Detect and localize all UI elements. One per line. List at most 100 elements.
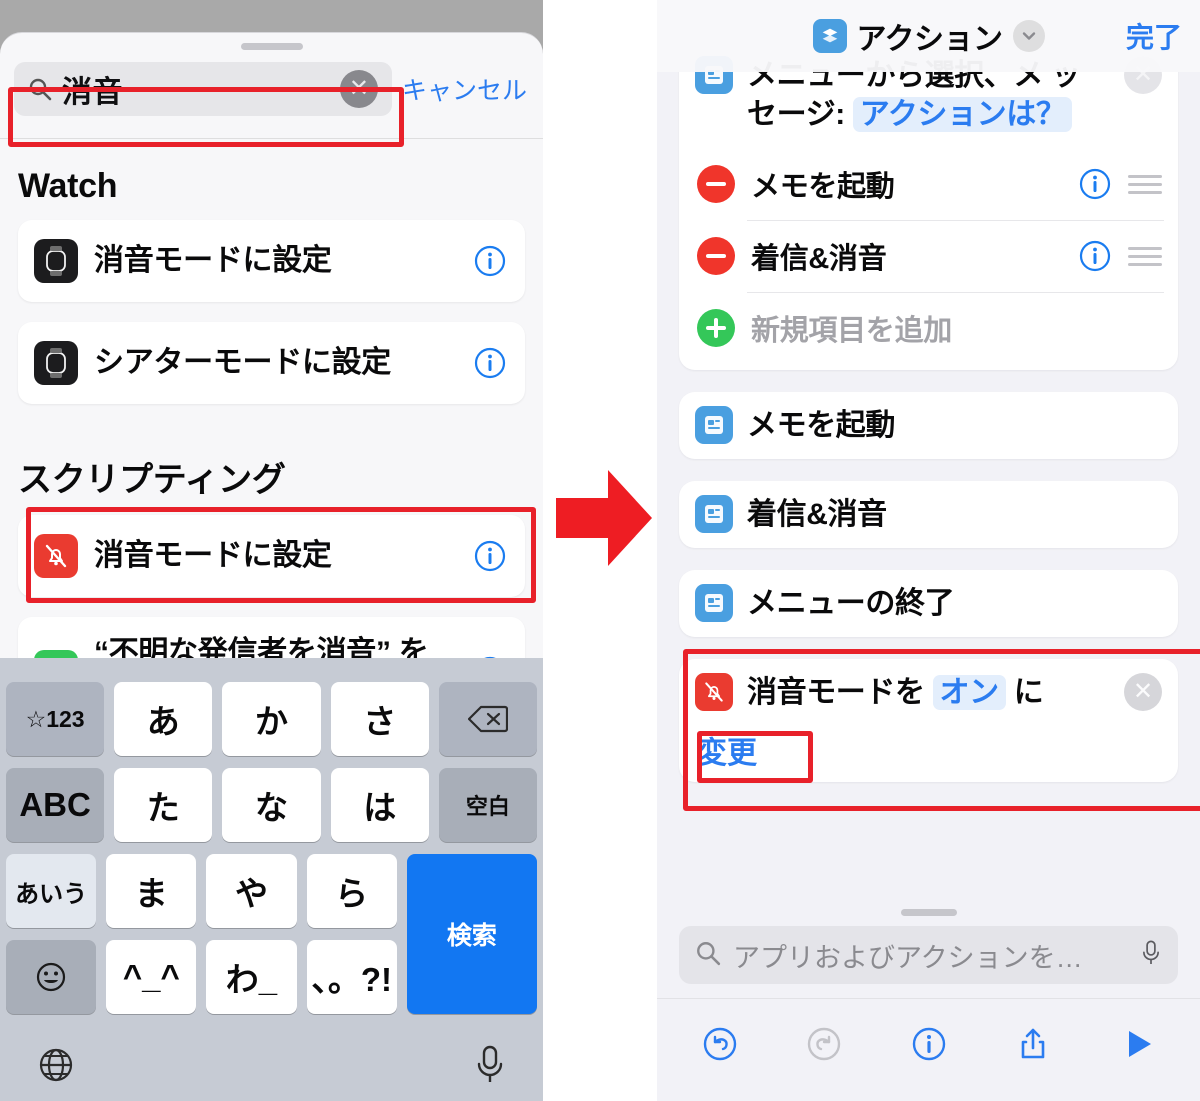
silent-state-token[interactable]: オン bbox=[932, 675, 1006, 710]
key-na[interactable]: な bbox=[222, 768, 321, 842]
close-icon[interactable]: ✕ bbox=[1124, 673, 1162, 711]
action-card-launch-notes[interactable]: メモを起動 bbox=[679, 392, 1178, 459]
key-ya[interactable]: や bbox=[206, 854, 297, 928]
key-sa[interactable]: さ bbox=[330, 682, 429, 756]
result-label: 消音モードに設定 bbox=[94, 538, 332, 572]
keyboard-row-2: ABC た な は 空白 bbox=[6, 768, 538, 842]
info-icon[interactable] bbox=[473, 539, 507, 573]
keyboard-row-3: あいう ま や ら bbox=[6, 854, 397, 928]
bottom-bar: アプリおよびアクションを… bbox=[657, 909, 1200, 1101]
key-space[interactable]: 空白 bbox=[438, 768, 538, 842]
key-abc[interactable]: ABC bbox=[6, 768, 105, 842]
action-card-silent-mode[interactable]: 消音モードを オン に ✕ 変更 bbox=[679, 649, 1200, 811]
result-row-watch-theater[interactable]: シアターモードに設定 bbox=[18, 322, 525, 404]
page-title: アクション bbox=[856, 23, 1004, 56]
search-input[interactable]: 消音 ✕ bbox=[14, 62, 392, 116]
add-icon[interactable] bbox=[697, 309, 735, 347]
key-kaomoji[interactable]: ^_^ bbox=[106, 940, 197, 1014]
section-title-scripting: スクリプティング bbox=[18, 461, 286, 499]
action-search-placeholder: アプリおよびアクションを… bbox=[733, 942, 1083, 973]
redo-icon bbox=[801, 1021, 847, 1067]
key-ra[interactable]: ら bbox=[306, 854, 397, 928]
key-ha[interactable]: は bbox=[330, 768, 429, 842]
globe-icon[interactable] bbox=[36, 1045, 76, 1090]
menu-message-token[interactable]: アクションは？ bbox=[852, 97, 1073, 132]
key-kana[interactable]: あいう bbox=[6, 854, 97, 928]
done-button[interactable]: 完了 bbox=[1126, 16, 1182, 56]
sheet-grabber[interactable] bbox=[240, 43, 303, 50]
key-symbols[interactable]: ☆123 bbox=[6, 682, 105, 756]
result-row-watch-mute[interactable]: 消音モードに設定 bbox=[18, 220, 525, 302]
clear-icon[interactable]: ✕ bbox=[339, 70, 378, 108]
key-ta[interactable]: た bbox=[114, 768, 213, 842]
menu-item-row[interactable]: 着信&消音 bbox=[679, 220, 1178, 292]
drag-handle-icon[interactable] bbox=[1128, 174, 1162, 194]
search-value: 消音 bbox=[62, 76, 123, 109]
key-search[interactable]: 検索 bbox=[406, 854, 537, 1014]
silent-text-after: に bbox=[1013, 676, 1044, 709]
chevron-down-icon[interactable] bbox=[1012, 20, 1045, 52]
info-icon[interactable] bbox=[1078, 167, 1112, 201]
section-title-watch: Watch bbox=[18, 167, 118, 205]
key-wa[interactable]: わ_ bbox=[206, 940, 297, 1014]
keyboard-row-1: ☆123 あ か さ bbox=[6, 682, 538, 756]
action-card-label: 着信&消音 bbox=[747, 498, 887, 531]
cancel-button[interactable]: キャンセル bbox=[402, 71, 529, 107]
play-icon[interactable] bbox=[1114, 1021, 1160, 1067]
scripting-icon bbox=[695, 495, 733, 533]
delete-icon[interactable] bbox=[438, 682, 538, 756]
action-search-input[interactable]: アプリおよびアクションを… bbox=[679, 926, 1178, 984]
actions-header: アクション 完了 bbox=[657, 0, 1200, 72]
microphone-icon[interactable] bbox=[473, 1044, 507, 1091]
apple-watch-icon bbox=[34, 239, 78, 283]
key-ma[interactable]: ま bbox=[106, 854, 197, 928]
change-button[interactable]: 変更 bbox=[679, 726, 1178, 782]
silent-text-before: 消音モードを bbox=[747, 676, 925, 709]
action-card-label: メニューの終了 bbox=[747, 587, 955, 620]
search-icon bbox=[695, 940, 721, 971]
mute-bell-icon bbox=[695, 673, 733, 711]
key-a[interactable]: あ bbox=[114, 682, 213, 756]
action-card-label: メモを起動 bbox=[747, 409, 895, 442]
remove-icon[interactable] bbox=[697, 237, 735, 275]
emoji-icon[interactable] bbox=[6, 940, 97, 1014]
mute-bell-icon bbox=[34, 534, 78, 578]
keyboard-row-4: ^_^ わ_ 、。?! bbox=[6, 940, 397, 1014]
menu-items-list: メモを起動 着信&消音 新規項目を追加 bbox=[679, 148, 1178, 370]
key-ka[interactable]: か bbox=[222, 682, 321, 756]
left-phone-panel: 消音 ✕ キャンセル Watch 消音モードに設定 シアターモードに設定 スクリ… bbox=[0, 0, 543, 1101]
menu-add-item-row[interactable]: 新規項目を追加 bbox=[679, 292, 1178, 364]
result-row-scripting-mute[interactable]: 消音モードに設定 bbox=[18, 507, 536, 603]
scripting-icon bbox=[695, 584, 733, 622]
right-phone-panel: メニューから選択、メ ッセージ: アクションは？ ✕ メモを起動 着信&消音 新… bbox=[657, 0, 1200, 1101]
info-icon[interactable] bbox=[906, 1021, 952, 1067]
menu-item-label: 着信&消音 bbox=[751, 243, 887, 275]
microphone-icon[interactable] bbox=[1140, 938, 1162, 973]
silent-mode-text: 消音モードを オン に bbox=[747, 673, 1110, 712]
search-icon bbox=[28, 77, 52, 101]
menu-add-item-label: 新規項目を追加 bbox=[751, 315, 952, 347]
apple-watch-icon bbox=[34, 341, 78, 385]
result-label: 消音モードに設定 bbox=[94, 243, 332, 277]
remove-icon[interactable] bbox=[697, 165, 735, 203]
action-card-incoming-mute[interactable]: 着信&消音 bbox=[679, 481, 1178, 548]
drag-handle-icon[interactable] bbox=[1128, 246, 1162, 266]
action-card-menu-select[interactable]: メニューから選択、メ ッセージ: アクションは？ ✕ メモを起動 着信&消音 新… bbox=[679, 42, 1178, 370]
actions-scroll-area: メニューから選択、メ ッセージ: アクションは？ ✕ メモを起動 着信&消音 新… bbox=[657, 0, 1200, 909]
menu-item-row[interactable]: メモを起動 bbox=[679, 148, 1178, 220]
japanese-keyboard: ☆123 あ か さ ABC た な は 空白 あいう ま や ら ^_^ わ_… bbox=[0, 658, 543, 1101]
screenshot-root: 消音 ✕ キャンセル Watch 消音モードに設定 シアターモードに設定 スクリ… bbox=[0, 0, 1200, 1101]
info-icon[interactable] bbox=[473, 244, 507, 278]
info-icon[interactable] bbox=[1078, 239, 1112, 273]
action-card-end-menu[interactable]: メニューの終了 bbox=[679, 570, 1178, 637]
bottom-sheet-grabber[interactable] bbox=[900, 909, 957, 916]
undo-icon[interactable] bbox=[697, 1021, 743, 1067]
key-punctuation[interactable]: 、。?! bbox=[306, 940, 397, 1014]
menu-item-label: メモを起動 bbox=[751, 171, 895, 203]
search-sheet: 消音 ✕ キャンセル Watch 消音モードに設定 シアターモードに設定 スクリ… bbox=[0, 32, 543, 1101]
share-icon[interactable] bbox=[1010, 1021, 1056, 1067]
red-right-arrow bbox=[556, 462, 652, 574]
scripting-icon bbox=[695, 406, 733, 444]
search-row: 消音 ✕ キャンセル bbox=[0, 62, 543, 116]
info-icon[interactable] bbox=[473, 346, 507, 380]
